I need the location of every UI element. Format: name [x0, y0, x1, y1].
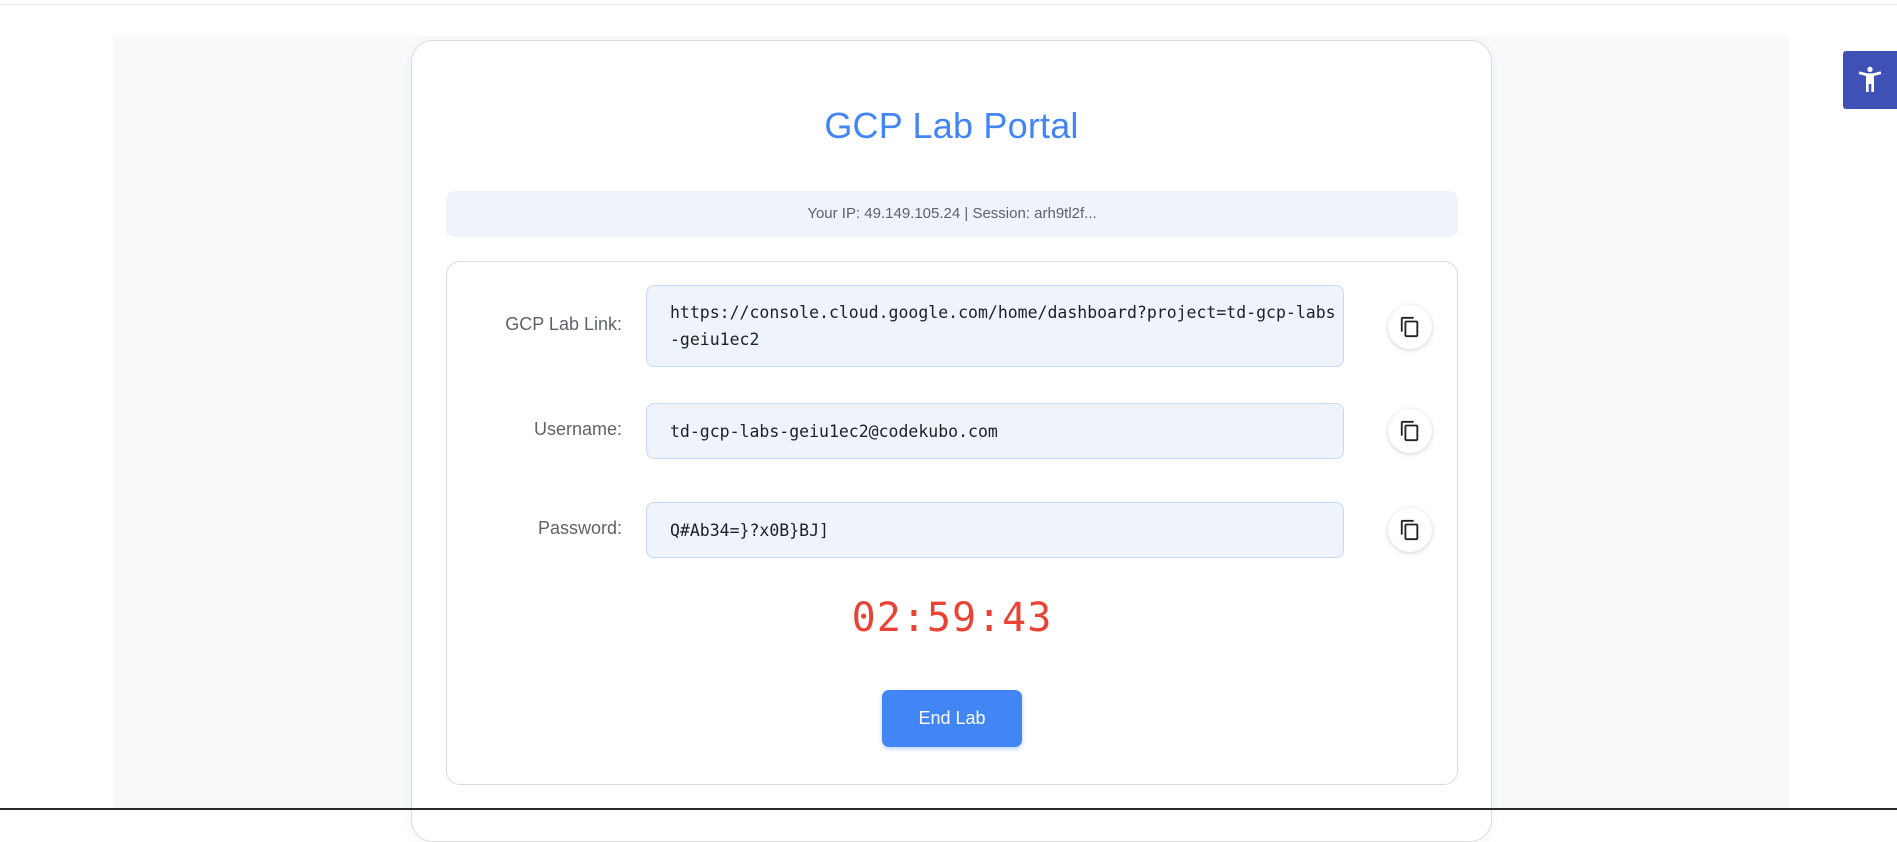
copy-password-button[interactable]: [1388, 508, 1432, 552]
username-field[interactable]: td-gcp-labs-geiu1ec2@codekubo.com: [646, 403, 1344, 459]
session-info-text: Your IP: 49.149.105.24 | Session: arh9tl…: [807, 205, 1097, 222]
copy-icon: [1400, 420, 1419, 442]
password-label: Password:: [537, 518, 622, 538]
copy-lab-link-button[interactable]: [1388, 305, 1432, 349]
top-divider: [0, 4, 1897, 5]
countdown-timer: 02:59:43: [851, 595, 1053, 641]
end-lab-label: End Lab: [918, 708, 986, 728]
end-lab-button[interactable]: End Lab: [882, 690, 1022, 747]
lab-link-field[interactable]: https://console.cloud.google.com/home/da…: [646, 285, 1344, 367]
accessibility-button[interactable]: [1843, 51, 1897, 109]
copy-icon: [1400, 519, 1419, 541]
session-info-bar: Your IP: 49.149.105.24 | Session: arh9tl…: [446, 191, 1458, 237]
portal-card: GCP Lab Portal Your IP: 49.149.105.24 | …: [411, 40, 1492, 842]
copy-username-button[interactable]: [1388, 409, 1432, 453]
lab-link-label: GCP Lab Link:: [505, 314, 622, 334]
password-field[interactable]: Q#Ab34=}?x0B}BJ]: [646, 502, 1344, 558]
page-title: GCP Lab Portal: [824, 105, 1079, 146]
credentials-panel: GCP Lab Link: https://console.cloud.goog…: [446, 261, 1458, 785]
username-label: Username:: [533, 419, 622, 439]
copy-icon: [1400, 316, 1419, 338]
accessibility-icon: [1858, 66, 1882, 92]
